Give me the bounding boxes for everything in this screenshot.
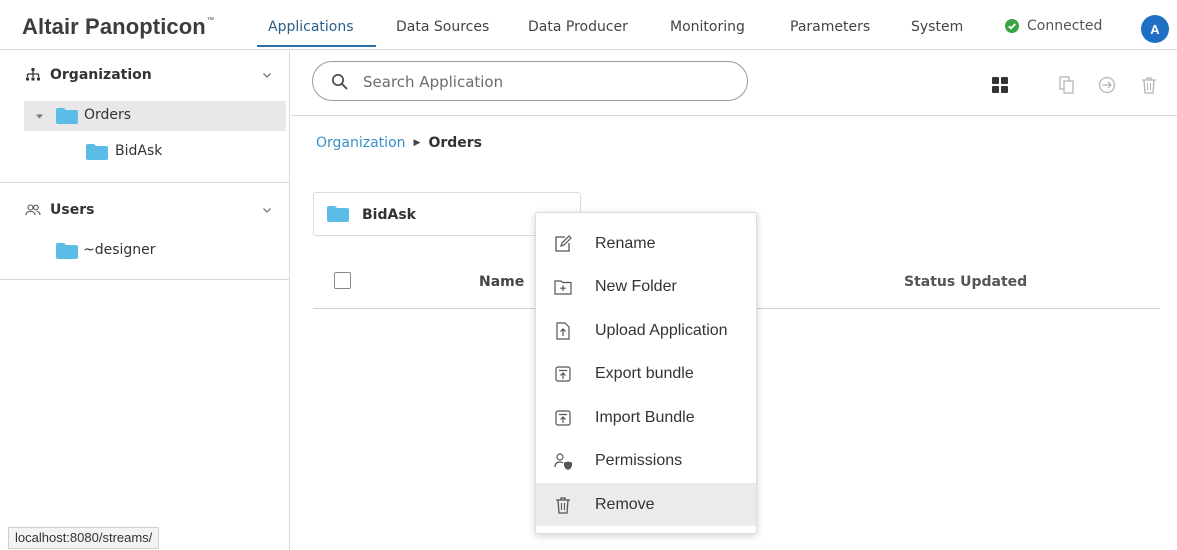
- menu-item-upload-application[interactable]: Upload Application: [536, 309, 756, 352]
- menu-item-label: New Folder: [595, 277, 677, 295]
- connection-status: Connected: [1005, 18, 1102, 34]
- brand-trademark: ™: [206, 17, 214, 24]
- chevron-down-icon[interactable]: [261, 204, 273, 216]
- trash-icon: [556, 496, 570, 514]
- menu-item-label: Permissions: [595, 451, 683, 469]
- select-all-checkbox[interactable]: [334, 272, 351, 289]
- import-icon: [555, 409, 571, 426]
- status-bar-url: localhost:8080/streams/: [8, 527, 160, 549]
- tab-applications[interactable]: Applications: [268, 19, 354, 35]
- folder-icon: [56, 108, 78, 124]
- organization-section-header[interactable]: Organization: [0, 55, 290, 95]
- upload-icon: [556, 321, 570, 340]
- sidebar: Organization Orders BidAsk Users ~design…: [0, 51, 290, 550]
- menu-item-rename[interactable]: Rename: [536, 222, 756, 265]
- active-tab-indicator: [257, 45, 376, 47]
- move-icon[interactable]: [1097, 75, 1117, 95]
- menu-item-label: Upload Application: [595, 321, 728, 339]
- grid-view-icon[interactable]: [990, 75, 1010, 95]
- section-divider: [0, 279, 290, 280]
- menu-item-permissions[interactable]: Permissions: [536, 439, 756, 482]
- chevron-down-icon[interactable]: [261, 69, 273, 81]
- users-title: Users: [50, 202, 95, 218]
- folder-icon: [327, 206, 349, 222]
- caret-down-icon[interactable]: [35, 112, 44, 121]
- folder-card-label: BidAsk: [362, 207, 416, 223]
- tab-monitoring[interactable]: Monitoring: [670, 19, 745, 35]
- organization-title: Organization: [50, 67, 152, 83]
- rename-icon: [555, 234, 572, 252]
- section-divider: [0, 182, 290, 183]
- delete-icon[interactable]: [1139, 75, 1159, 95]
- users-icon: [25, 204, 41, 216]
- folder-icon: [56, 243, 78, 259]
- check-circle-icon: [1005, 19, 1019, 33]
- menu-item-label: Import Bundle: [595, 408, 695, 426]
- export-icon: [555, 365, 571, 382]
- tab-data-producer[interactable]: Data Producer: [528, 19, 628, 35]
- breadcrumb: Organization ▶ Orders: [316, 135, 482, 151]
- tab-data-sources[interactable]: Data Sources: [396, 19, 489, 35]
- column-header-status-updated[interactable]: Status Updated: [904, 274, 1027, 290]
- tab-parameters[interactable]: Parameters: [790, 19, 870, 35]
- search-icon: [332, 74, 348, 90]
- tree-item-label: ~designer: [83, 242, 156, 258]
- organization-icon: [26, 68, 40, 81]
- search-box[interactable]: [312, 61, 748, 101]
- menu-item-export-bundle[interactable]: Export bundle: [536, 352, 756, 395]
- tree-item-bidask[interactable]: BidAsk: [24, 137, 286, 167]
- brand-logo[interactable]: Altair Panopticon™: [22, 14, 214, 40]
- new-folder-icon: [554, 279, 572, 295]
- menu-item-new-folder[interactable]: New Folder: [536, 265, 756, 308]
- toolbar-divider: [291, 115, 1177, 116]
- tab-system[interactable]: System: [911, 19, 963, 35]
- menu-item-label: Rename: [595, 234, 656, 252]
- search-input[interactable]: [363, 71, 733, 93]
- context-menu: Rename New Folder Upload Application Exp…: [535, 212, 757, 534]
- tree-item-label: BidAsk: [115, 143, 163, 159]
- top-bar: Altair Panopticon™ Applications Data Sou…: [0, 0, 1177, 50]
- connection-label: Connected: [1027, 18, 1103, 34]
- tree-item-orders[interactable]: Orders: [24, 101, 286, 131]
- tree-item-designer[interactable]: ~designer: [24, 236, 286, 266]
- permissions-icon: [554, 452, 572, 470]
- column-header-name[interactable]: Name: [479, 274, 524, 290]
- user-avatar[interactable]: A: [1141, 15, 1169, 43]
- copy-icon[interactable]: [1057, 75, 1077, 95]
- tree-item-label: Orders: [84, 107, 132, 123]
- folder-icon: [86, 144, 108, 160]
- menu-item-import-bundle[interactable]: Import Bundle: [536, 396, 756, 439]
- breadcrumb-root[interactable]: Organization: [316, 135, 406, 151]
- users-section-header[interactable]: Users: [0, 190, 290, 230]
- brand-name: Altair Panopticon: [22, 14, 206, 39]
- menu-item-label: Export bundle: [595, 364, 694, 382]
- breadcrumb-separator-icon: ▶: [413, 138, 421, 148]
- breadcrumb-current: Orders: [428, 135, 482, 151]
- menu-item-remove[interactable]: Remove: [536, 483, 756, 526]
- menu-item-label: Remove: [595, 495, 655, 513]
